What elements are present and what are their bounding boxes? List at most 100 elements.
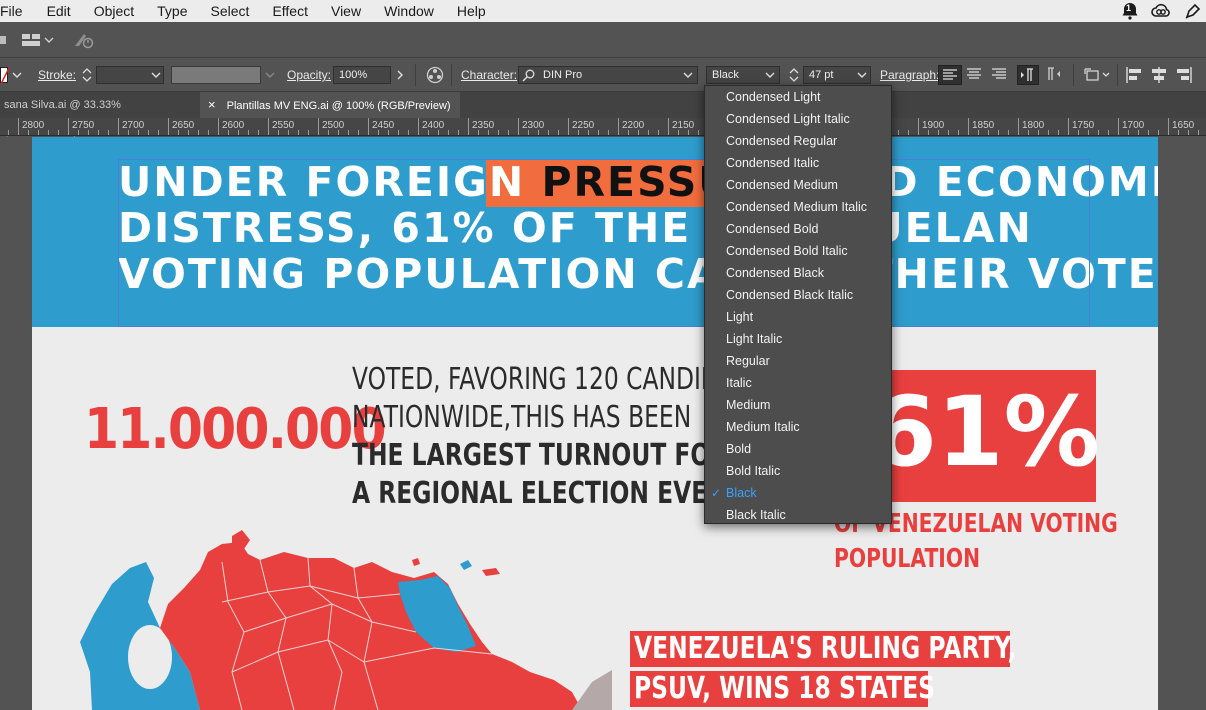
font-style-option[interactable]: Medium (705, 394, 891, 416)
font-style-option[interactable]: Light Italic (705, 328, 891, 350)
font-style-option[interactable]: Bold Italic (705, 460, 891, 482)
ruler-label: 1850 (972, 120, 995, 131)
transform-options-icon[interactable] (1082, 65, 1112, 85)
font-style-option[interactable]: ✓ Black (705, 482, 891, 504)
voted-line-2[interactable]: NATIONWIDE,THIS HAS BEEN (352, 399, 691, 437)
ruler-label: 2150 (672, 120, 695, 131)
font-style-option[interactable]: Light (705, 306, 891, 328)
font-style-option[interactable]: Condensed Regular (705, 130, 891, 152)
ruler-minor-tick (618, 118, 619, 135)
percent-caption-line-2[interactable]: POPULATION (834, 542, 980, 576)
menu-file[interactable]: File (0, 0, 23, 22)
font-style-option[interactable]: Bold (705, 438, 891, 460)
character-label[interactable]: Character: (461, 68, 517, 82)
menu-select[interactable]: Select (211, 0, 250, 22)
ruler-minor-tick (278, 130, 279, 135)
menu-help[interactable]: Help (457, 0, 486, 22)
menu-edit[interactable]: Edit (47, 0, 71, 22)
big-number[interactable]: 11.000.000 (84, 397, 387, 462)
panel-toggle-icon[interactable] (0, 33, 8, 45)
ruler-minor-tick (448, 130, 449, 135)
ruler-label: 2200 (622, 120, 645, 131)
ruler-minor-tick (188, 130, 189, 135)
tab-document-1[interactable]: sana Silva.ai @ 33.33% (RGB/Preview) (0, 92, 196, 137)
menu-window[interactable]: Window (384, 0, 434, 22)
font-style-option[interactable]: Condensed Bold (705, 218, 891, 240)
font-style-option[interactable]: Regular (705, 350, 891, 372)
font-style-dropdown[interactable] (761, 66, 779, 84)
fill-swatch[interactable] (0, 67, 10, 85)
opacity-label[interactable]: Opacity: (287, 68, 331, 82)
tab-document-2[interactable]: × Plantillas MV ENG.ai @ 100% (RGB/Previ… (200, 92, 460, 118)
ruler-minor-tick (68, 118, 69, 135)
font-style-option[interactable]: Italic (705, 372, 891, 394)
font-style-option[interactable]: Black Italic (705, 504, 891, 526)
text-selection-box[interactable] (118, 159, 1090, 327)
paragraph-label[interactable]: Paragraph: (880, 68, 939, 82)
voted-bold-line-1[interactable]: THE LARGEST TURNOUT FOR (352, 437, 728, 475)
font-style-option[interactable]: Condensed Black Italic (705, 284, 891, 306)
ruler-minor-tick (1118, 118, 1119, 135)
align-right-button[interactable] (988, 65, 1012, 85)
artboard[interactable]: UNDER FOREIGN PRESSURE AND ECONOMIC DIST… (32, 137, 1158, 710)
font-style-option[interactable]: Condensed Italic (705, 152, 891, 174)
font-family-dropdown[interactable] (679, 66, 697, 84)
align-center-button[interactable] (963, 65, 987, 85)
font-size-dropdown[interactable] (853, 66, 871, 84)
font-style-option[interactable]: Condensed Medium Italic (705, 196, 891, 218)
font-style-option[interactable]: Condensed Light (705, 86, 891, 108)
align-right-edges-icon[interactable] (1174, 65, 1194, 85)
ruling-line-1[interactable]: VENEZUELA'S RULING PARTY, (634, 631, 1016, 667)
ruler-minor-tick (1168, 118, 1169, 135)
arrange-documents-icon[interactable] (21, 31, 57, 49)
stroke-weight-dropdown[interactable] (147, 66, 165, 84)
menu-effect[interactable]: Effect (272, 0, 308, 22)
gpu-performance-icon[interactable] (72, 30, 96, 50)
menu-view[interactable]: View (331, 0, 361, 22)
font-style-option-label: Black (726, 486, 757, 500)
align-left-button[interactable] (938, 65, 962, 85)
variable-width-profile[interactable] (171, 66, 261, 84)
font-style-option[interactable]: Medium Italic (705, 416, 891, 438)
rtl-paragraph-button[interactable] (1043, 65, 1065, 85)
ruler-label: 2450 (372, 120, 395, 131)
font-style-option[interactable]: Condensed Light Italic (705, 108, 891, 130)
ruler-minor-tick (258, 130, 259, 135)
menu-type[interactable]: Type (157, 0, 187, 22)
profile-dropdown[interactable] (261, 66, 279, 84)
ruler-minor-tick (478, 130, 479, 135)
creative-cloud-icon[interactable] (1150, 2, 1172, 20)
font-size-stepper[interactable] (787, 66, 801, 84)
font-style-option[interactable]: Condensed Medium (705, 174, 891, 196)
tab-close-icon[interactable]: × (208, 97, 216, 112)
stroke-stepper[interactable] (80, 66, 94, 84)
ruler-minor-tick (88, 130, 89, 135)
ruler-label: 2600 (222, 120, 245, 131)
canvas[interactable]: UNDER FOREIGN PRESSURE AND ECONOMIC DIST… (0, 137, 1206, 710)
venezuela-map[interactable] (72, 522, 612, 710)
ltr-paragraph-button[interactable] (1017, 65, 1039, 85)
ruling-line-2[interactable]: PSUV, WINS 18 STATES (634, 671, 935, 707)
opacity-field[interactable]: 100% (333, 66, 391, 84)
ruler-minor-tick (398, 130, 399, 135)
menu-object[interactable]: Object (94, 0, 134, 22)
pen-tool-icon[interactable] (1183, 2, 1203, 20)
ruler-minor-tick (18, 118, 19, 135)
notification-icon[interactable]: 1 (1121, 2, 1139, 20)
font-style-option[interactable]: Condensed Black (705, 262, 891, 284)
fill-dropdown-arrow[interactable] (8, 66, 26, 84)
font-style-option-label: Condensed Bold (726, 222, 819, 236)
ruler-label: 1750 (1072, 120, 1095, 131)
ruler-minor-tick (908, 130, 909, 135)
align-left-edges-icon[interactable] (1124, 65, 1144, 85)
ruler-minor-tick (178, 130, 179, 135)
stroke-label[interactable]: Stroke: (38, 68, 76, 82)
recolor-artwork-icon[interactable] (426, 66, 444, 84)
font-family-field[interactable]: DIN Pro (518, 66, 698, 84)
horizontal-ruler[interactable]: 2800 2750 2700 2650 2600 2550 2500 2450 2400 2350… (0, 118, 1206, 136)
voted-bold-line-2[interactable]: A REGIONAL ELECTION EVER (352, 475, 725, 513)
percent-value[interactable]: 61% (870, 377, 1100, 487)
font-style-option[interactable]: Condensed Bold Italic (705, 240, 891, 262)
opacity-expand-arrow[interactable] (391, 66, 409, 84)
align-horizontal-center-icon[interactable] (1149, 65, 1169, 85)
